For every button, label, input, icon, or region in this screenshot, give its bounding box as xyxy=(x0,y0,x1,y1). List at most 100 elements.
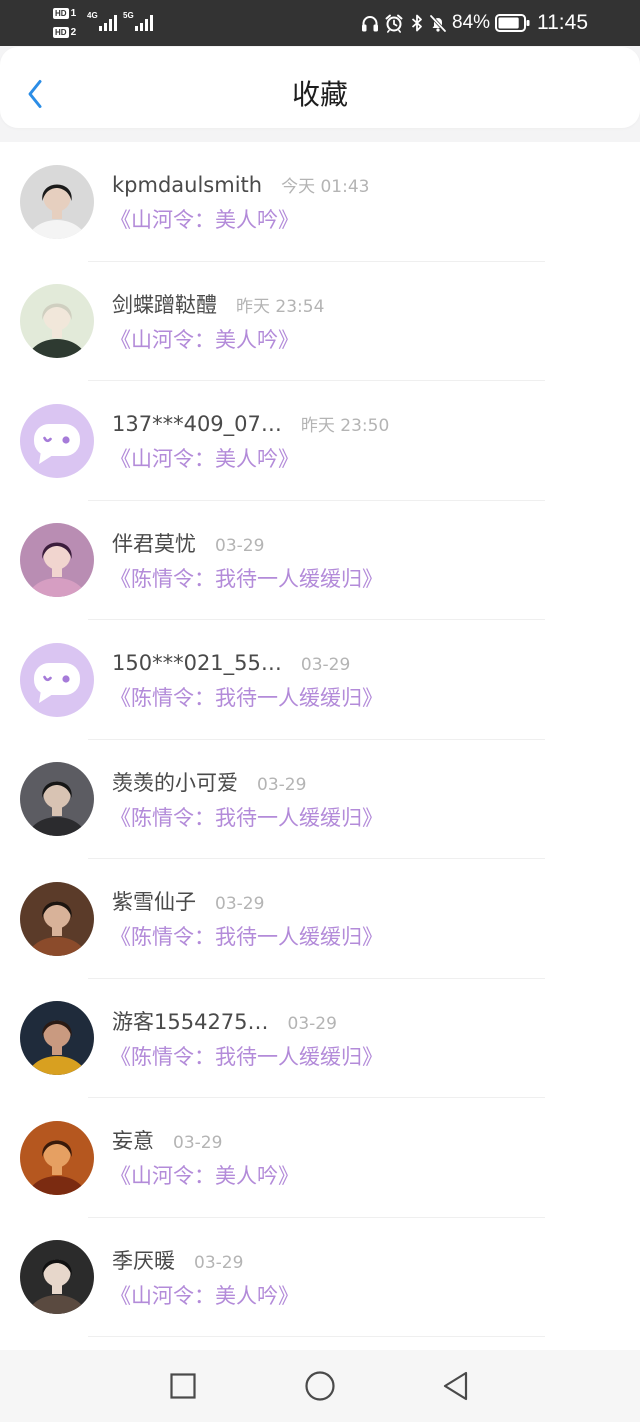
battery-fill xyxy=(498,17,519,29)
timestamp: 03-29 xyxy=(257,774,307,795)
sim-number: 2 xyxy=(70,27,77,38)
avatar[interactable] xyxy=(20,1001,94,1076)
signal-sim2: 5G xyxy=(123,0,157,46)
avatar[interactable] xyxy=(20,1240,94,1315)
list-item[interactable]: 剑蝶蹭鞑醴 昨天 23:54 《山河令：美人吟》 xyxy=(0,262,640,381)
work-title[interactable]: 《陈情令：我待一人缓缓归》 xyxy=(110,805,383,831)
name-line: 伴君莫忧 03-29 xyxy=(112,531,264,557)
list-item[interactable]: kpmdaulsmith 今天 01:43 《山河令：美人吟》 xyxy=(0,142,640,262)
hd-badge: HD xyxy=(53,27,69,38)
app-header: 收藏 xyxy=(0,47,640,128)
system-nav-bar xyxy=(0,1350,640,1422)
timestamp: 03-29 xyxy=(194,1252,244,1273)
work-title[interactable]: 《陈情令：我待一人缓缓归》 xyxy=(110,1044,383,1070)
favorites-list: kpmdaulsmith 今天 01:43 《山河令：美人吟》 剑蝶蹭鞑醴 昨天… xyxy=(0,142,640,1350)
list-item[interactable]: 137***409_07… 昨天 23:50 《山河令：美人吟》 xyxy=(0,381,640,501)
name-line: 150***021_55… 03-29 xyxy=(112,650,350,676)
avatar-photo xyxy=(20,284,94,359)
user-name: 季厌暖 xyxy=(112,1248,175,1273)
bluetooth-icon xyxy=(411,14,422,32)
name-line: kpmdaulsmith 今天 01:43 xyxy=(112,172,369,198)
avatar[interactable] xyxy=(20,523,94,598)
name-line: 剑蝶蹭鞑醴 昨天 23:54 xyxy=(112,292,324,318)
battery-percent: 84% xyxy=(452,12,491,33)
user-name: 剑蝶蹭鞑醴 xyxy=(112,292,217,317)
recent-apps-button[interactable] xyxy=(167,1370,199,1402)
avatar-photo xyxy=(20,1001,94,1076)
timestamp: 03-29 xyxy=(173,1133,223,1153)
timestamp: 昨天 23:54 xyxy=(236,296,325,317)
list-item[interactable]: 伴君莫忧 03-29 《陈情令：我待一人缓缓归》 xyxy=(0,501,640,620)
work-title[interactable]: 《山河令：美人吟》 xyxy=(110,327,299,353)
list-item[interactable]: 150***021_55… 03-29 《陈情令：我待一人缓缓归》 xyxy=(0,620,640,740)
user-name: 137***409_07… xyxy=(112,412,282,436)
avatar[interactable] xyxy=(20,762,94,837)
alarm-icon xyxy=(385,14,403,33)
network-type-label: 5G xyxy=(123,11,134,20)
avatar-photo xyxy=(20,523,94,598)
timestamp: 03-29 xyxy=(300,655,351,675)
work-title[interactable]: 《山河令：美人吟》 xyxy=(110,1163,299,1189)
user-name: 妄意 xyxy=(112,1129,154,1153)
signal-sim1: 4G xyxy=(87,0,121,46)
avatar[interactable] xyxy=(20,1120,94,1195)
sim-number: 1 xyxy=(70,8,77,19)
name-line: 137***409_07… 昨天 23:50 xyxy=(112,411,389,437)
avatar-photo xyxy=(20,164,94,239)
user-name: 150***021_55… xyxy=(112,651,282,675)
timestamp: 03-29 xyxy=(215,535,265,556)
name-line: 紫雪仙子 03-29 xyxy=(112,889,264,915)
clock: 11:45 xyxy=(537,11,588,34)
system-back-button[interactable] xyxy=(439,1370,471,1402)
timestamp: 昨天 23:50 xyxy=(300,416,390,436)
list-item[interactable]: 游客1554275… 03-29 《陈情令：我待一人缓缓归》 xyxy=(0,979,640,1098)
work-title[interactable]: 《陈情令：我待一人缓缓归》 xyxy=(110,566,383,592)
hd-badge: HD xyxy=(53,8,69,19)
bell-off-icon xyxy=(429,14,447,33)
work-title[interactable]: 《陈情令：我待一人缓缓归》 xyxy=(110,685,383,711)
status-bar: HD 1 HD 2 4G 5G 84% 11:45 xyxy=(0,0,640,46)
list-item[interactable]: 妄意 03-29 《山河令：美人吟》 xyxy=(0,1098,640,1218)
triangle-back-icon xyxy=(443,1371,468,1401)
chat-bubble-icon xyxy=(20,403,94,478)
avatar-photo xyxy=(20,1120,94,1195)
avatar-photo xyxy=(20,1240,94,1315)
work-title[interactable]: 《山河令：美人吟》 xyxy=(110,1283,299,1309)
avatar-photo xyxy=(20,881,94,956)
timestamp: 03-29 xyxy=(287,1013,337,1034)
page-title: 收藏 xyxy=(291,78,348,111)
avatar[interactable] xyxy=(20,403,94,478)
user-name: kpmdaulsmith xyxy=(112,173,263,197)
square-icon xyxy=(170,1373,196,1399)
timestamp: 今天 01:43 xyxy=(281,177,370,197)
network-type-label: 4G xyxy=(87,11,98,20)
list-item[interactable]: 羡羡的小可爱 03-29 《陈情令：我待一人缓缓归》 xyxy=(0,740,640,859)
list-item[interactable]: 季厌暖 03-29 《山河令：美人吟》 xyxy=(0,1218,640,1337)
work-title[interactable]: 《山河令：美人吟》 xyxy=(110,446,299,472)
work-title[interactable]: 《山河令：美人吟》 xyxy=(110,207,299,233)
avatar[interactable] xyxy=(20,881,94,956)
user-name: 羡羡的小可爱 xyxy=(112,770,238,795)
avatar[interactable] xyxy=(20,284,94,359)
list-item[interactable]: 紫雪仙子 03-29 《陈情令：我待一人缓缓归》 xyxy=(0,859,640,979)
user-name: 紫雪仙子 xyxy=(112,890,196,914)
avatar[interactable] xyxy=(20,164,94,239)
work-title[interactable]: 《陈情令：我待一人缓缓归》 xyxy=(110,924,383,950)
home-button[interactable] xyxy=(304,1370,336,1402)
chat-bubble-icon xyxy=(20,642,94,717)
avatar-photo xyxy=(20,762,94,837)
name-line: 游客1554275… 03-29 xyxy=(112,1009,337,1035)
avatar[interactable] xyxy=(20,642,94,717)
user-name: 伴君莫忧 xyxy=(112,531,196,556)
sim2-indicator: HD 2 xyxy=(53,26,76,39)
signal-bars-icon xyxy=(99,15,117,31)
name-line: 羡羡的小可爱 03-29 xyxy=(112,770,306,796)
headphones-icon xyxy=(362,16,378,32)
timestamp: 03-29 xyxy=(215,894,265,914)
circle-icon xyxy=(305,1371,335,1401)
divider xyxy=(88,1336,545,1337)
name-line: 妄意 03-29 xyxy=(112,1128,222,1154)
user-name: 游客1554275… xyxy=(112,1009,269,1034)
sim1-indicator: HD 1 xyxy=(53,7,76,20)
signal-bars-icon xyxy=(135,15,153,31)
